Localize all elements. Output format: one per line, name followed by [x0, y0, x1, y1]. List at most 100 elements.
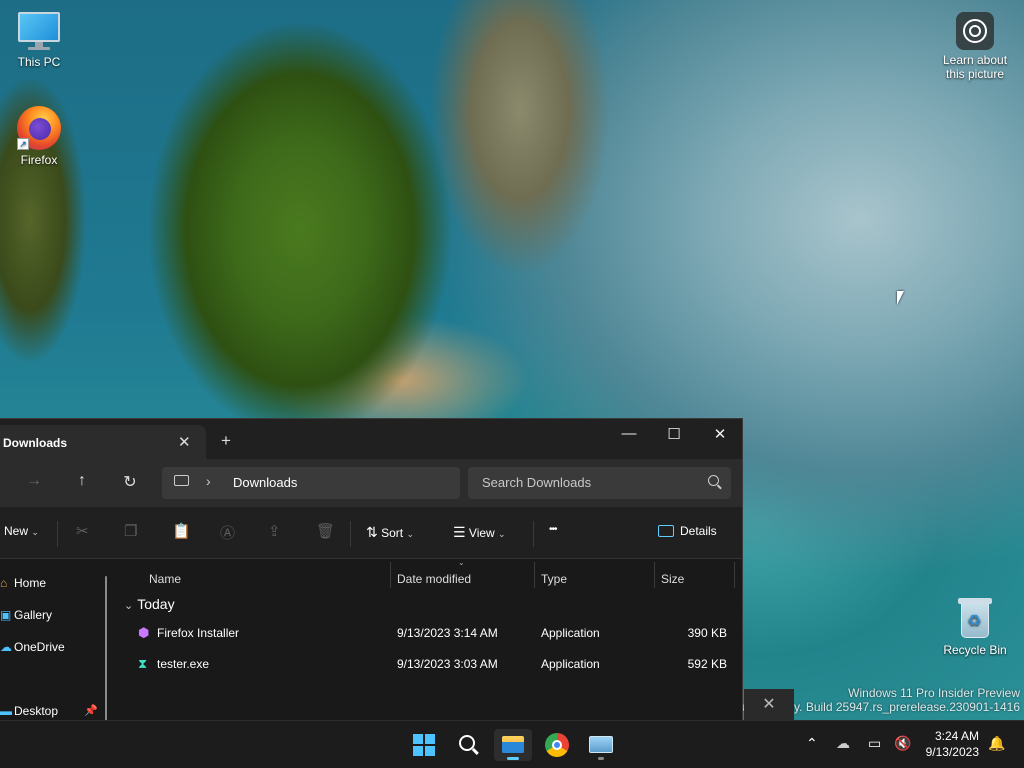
chevron-down-icon: ⌄	[124, 600, 134, 612]
address-location[interactable]: Downloads	[233, 475, 297, 490]
details-label: Details	[680, 524, 717, 538]
nav-item-label: Home	[14, 576, 47, 590]
sort-button[interactable]: ⇅ Sort ⌄	[366, 524, 414, 541]
recycle-bin-icon: ♻	[958, 598, 992, 640]
hourglass-icon: ⧗	[138, 656, 148, 671]
content-pane: ⌂ Home ▣ Gallery ☁ OneDrive ▬ Desktop 📌 Name …	[0, 558, 742, 720]
search-taskbar-button[interactable]	[450, 729, 488, 761]
cut-icon[interactable]: ✂	[76, 522, 89, 540]
column-divider[interactable]	[534, 562, 535, 588]
column-header-name[interactable]: Name	[149, 572, 181, 586]
nav-item-desktop[interactable]: ▬ Desktop 📌	[0, 704, 98, 718]
view-label: View	[468, 526, 495, 540]
desktop-icon-learn-about-picture[interactable]: Learn about this picture	[938, 12, 1012, 81]
sort-label: Sort	[381, 526, 404, 540]
group-label: Today	[137, 596, 175, 612]
tab-close-icon[interactable]: ✕	[178, 433, 191, 451]
desktop-icon-label: Recycle Bin	[943, 643, 1007, 657]
desktop-icon-label: This PC	[17, 55, 61, 69]
view-button[interactable]: ☰ View ⌄	[453, 524, 506, 541]
clock-date: 9/13/2023	[925, 745, 979, 759]
tab-downloads[interactable]: Downloads ✕	[0, 425, 206, 459]
share-icon[interactable]: ⇪	[268, 522, 281, 540]
toolbar-divider	[533, 521, 534, 547]
notification-close-button[interactable]: ✕	[744, 689, 794, 720]
nav-item-label: Desktop	[14, 704, 59, 718]
refresh-icon[interactable]: ↻	[119, 472, 141, 492]
rename-icon[interactable]: Ⓐ	[220, 522, 235, 543]
table-row[interactable]: ⬢ Firefox Installer 9/13/2023 3:14 AM Ap…	[118, 625, 738, 650]
search-handle	[472, 747, 479, 755]
more-options-button[interactable]: •••	[549, 524, 557, 535]
nav-item-gallery[interactable]: ▣ Gallery	[0, 608, 52, 622]
gallery-icon: ▣	[0, 608, 12, 622]
group-header[interactable]: ⌄ Today	[124, 596, 175, 612]
forward-arrow-icon[interactable]: →	[23, 472, 45, 490]
minimize-button[interactable]: —	[614, 425, 644, 442]
column-divider[interactable]	[734, 562, 735, 588]
windows-logo-icon	[413, 734, 435, 756]
address-bar[interactable]: › Downloads	[162, 467, 460, 499]
file-explorer-taskbar-button[interactable]	[494, 729, 532, 761]
show-hidden-icons-chevron[interactable]: ⌃	[806, 735, 818, 752]
maximize-button[interactable]: ☐	[659, 425, 689, 443]
chrome-taskbar-button[interactable]	[538, 729, 576, 761]
new-tab-button[interactable]: +	[221, 431, 231, 451]
nav-item-home[interactable]: ⌂ Home	[0, 576, 46, 590]
file-date: 9/13/2023 3:03 AM	[397, 657, 498, 671]
column-divider[interactable]	[390, 562, 391, 588]
search-placeholder: Search Downloads	[482, 475, 592, 490]
file-list: Name ⌄ Date modified Type Size ⌄ Today ⬢ …	[118, 558, 742, 720]
paste-icon[interactable]: 📋	[172, 522, 191, 540]
search-icon[interactable]	[708, 475, 719, 486]
new-button[interactable]: New ⌄	[4, 524, 39, 538]
nav-scrollbar[interactable]	[105, 576, 107, 720]
file-explorer-window: Downloads ✕ + — ☐ ✕ → ↑ ↻ › Downloads Se…	[0, 418, 743, 720]
view-icon: ☰	[453, 524, 466, 540]
copy-icon[interactable]: ❐	[124, 522, 137, 540]
navigation-pane: ⌂ Home ▣ Gallery ☁ OneDrive ▬ Desktop 📌	[0, 560, 118, 720]
chevron-down-icon: ⌄	[498, 529, 506, 539]
notification-bell-icon[interactable]: 🔔	[988, 735, 1005, 752]
installer-icon: ⬢	[138, 625, 150, 640]
clock[interactable]: 3:24 AM 9/13/2023	[926, 728, 979, 760]
desktop-icon-label: Firefox	[20, 153, 58, 167]
column-header-size[interactable]: Size	[661, 572, 684, 586]
monitor-icon	[18, 12, 60, 52]
column-header-date[interactable]: Date modified	[397, 572, 471, 586]
photo-viewer-taskbar-button[interactable]	[582, 729, 620, 761]
desktop-icon-firefox[interactable]: ↗ Firefox	[4, 106, 74, 167]
photo-icon	[589, 736, 613, 753]
table-row[interactable]: ⧗ tester.exe 9/13/2023 3:03 AM Applicati…	[118, 656, 738, 681]
toolbar-divider	[350, 521, 351, 547]
firefox-icon: ↗	[17, 106, 61, 150]
title-bar: Downloads ✕ + — ☐ ✕	[0, 419, 742, 459]
camera-icon	[956, 12, 994, 50]
close-window-button[interactable]: ✕	[705, 425, 735, 443]
sort-icon: ⇅	[366, 524, 378, 540]
desktop-icon-this-pc[interactable]: This PC	[4, 12, 74, 69]
network-icon[interactable]: ▭	[868, 735, 881, 752]
mouse-cursor-icon	[897, 291, 904, 305]
nav-item-label: Gallery	[14, 608, 53, 622]
details-button[interactable]: Details	[658, 524, 717, 538]
onedrive-tray-icon[interactable]: ☁	[836, 735, 850, 752]
toolbar-divider	[57, 521, 58, 547]
start-button[interactable]	[405, 729, 443, 761]
desktop-icon-recycle-bin[interactable]: ♻ Recycle Bin	[938, 598, 1012, 657]
file-name: tester.exe	[157, 657, 210, 671]
volume-muted-icon[interactable]: 🔇	[894, 735, 911, 752]
up-arrow-icon[interactable]: ↑	[71, 472, 93, 490]
column-header-type[interactable]: Type	[541, 572, 567, 586]
nav-item-onedrive[interactable]: ☁ OneDrive	[0, 640, 65, 654]
pin-icon[interactable]: 📌	[84, 704, 98, 717]
search-input[interactable]: Search Downloads	[468, 467, 731, 499]
pc-icon	[174, 475, 189, 486]
chevron-right-icon[interactable]: ›	[206, 473, 211, 489]
address-bar-row: → ↑ ↻ › Downloads Search Downloads	[0, 459, 742, 507]
chevron-down-icon: ⌄	[31, 527, 39, 537]
clock-time: 3:24 AM	[934, 729, 979, 743]
delete-icon[interactable]: 🗑	[316, 522, 335, 540]
column-divider[interactable]	[654, 562, 655, 588]
taskbar: ⌃ ☁ ▭ 🔇 3:24 AM 9/13/2023 🔔	[0, 720, 1024, 768]
